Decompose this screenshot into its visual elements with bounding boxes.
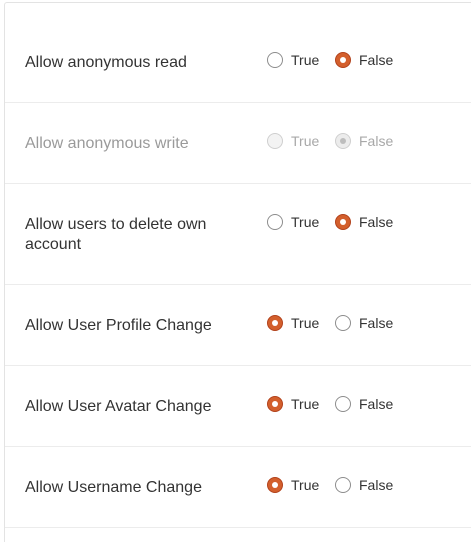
setting-label: Allow User Profile Change [25,317,212,334]
option-label: True [291,214,320,230]
option-label: False [359,477,394,493]
radio-checked-icon[interactable] [267,477,283,493]
radio-checked-icon[interactable] [335,52,351,68]
option-label: False [359,52,394,68]
radio-icon[interactable] [335,477,351,493]
setting-label: Allow Username Change [25,479,202,496]
option-label: False [359,315,394,331]
setting-row-anonymous-read: Allow anonymous read True False [5,3,471,103]
radio-icon[interactable] [267,214,283,230]
radio-icon [267,133,283,149]
radio-icon[interactable] [335,315,351,331]
radio-checked-icon[interactable] [335,214,351,230]
setting-label: Allow users to delete own account [25,216,207,253]
settings-panel: Allow anonymous read True False Allow an… [4,2,471,542]
radio-icon[interactable] [267,52,283,68]
radio-checked-icon[interactable] [267,396,283,412]
setting-label: Allow anonymous write [25,135,189,152]
setting-row-username-change: Allow Username Change True False [5,447,471,528]
option-label: True [291,315,320,331]
option-label: False [359,214,394,230]
option-label: True [291,396,320,412]
setting-row-delete-own-account: Allow users to delete own account True F… [5,184,471,285]
radio-checked-icon [335,133,351,149]
option-label: False [359,396,394,412]
setting-row-user-avatar-change: Allow User Avatar Change True False [5,366,471,447]
setting-row-anonymous-write: Allow anonymous write True False [5,103,471,184]
setting-label: Allow User Avatar Change [25,398,212,415]
radio-icon[interactable] [335,396,351,412]
setting-label: Allow anonymous read [25,54,187,71]
option-label: True [291,477,320,493]
option-label: False [359,133,394,149]
radio-checked-icon[interactable] [267,315,283,331]
option-label: True [291,133,320,149]
option-label: True [291,52,320,68]
setting-row-user-profile-change: Allow User Profile Change True False [5,285,471,366]
